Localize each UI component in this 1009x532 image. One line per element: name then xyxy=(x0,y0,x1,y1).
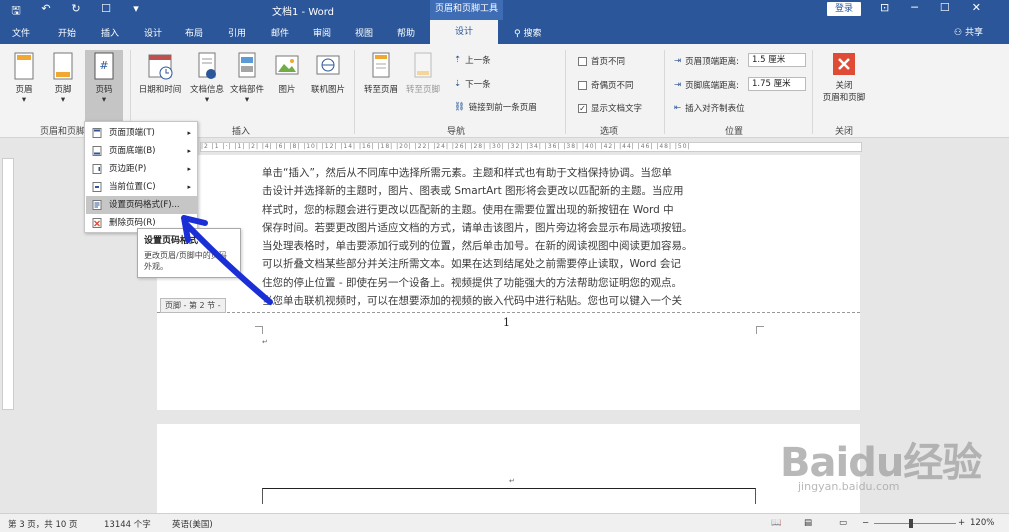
watermark-url: jingyan.baidu.com xyxy=(798,480,900,493)
web-layout-icon[interactable]: ▭ xyxy=(839,518,847,528)
print-layout-icon[interactable]: ▤ xyxy=(804,518,812,528)
zoom-slider-track[interactable] xyxy=(874,523,956,524)
page-count[interactable]: 第 3 页，共 10 页 xyxy=(8,518,78,530)
zoom-level[interactable]: 120% xyxy=(970,518,994,528)
zoom-slider-thumb[interactable] xyxy=(909,519,913,528)
language-indicator[interactable]: 英语(美国) xyxy=(172,518,213,530)
zoom-out-icon[interactable]: − xyxy=(862,518,869,528)
status-bar: 第 3 页，共 10 页 13144 个字 英语(美国) 📖 ▤ ▭ − + 1… xyxy=(0,513,1009,532)
read-mode-icon[interactable]: 📖 xyxy=(771,518,782,528)
zoom-in-icon[interactable]: + xyxy=(958,518,965,528)
baidu-watermark: Baidu经验 jingyan.baidu.com xyxy=(780,430,982,493)
word-count[interactable]: 13144 个字 xyxy=(104,518,151,530)
